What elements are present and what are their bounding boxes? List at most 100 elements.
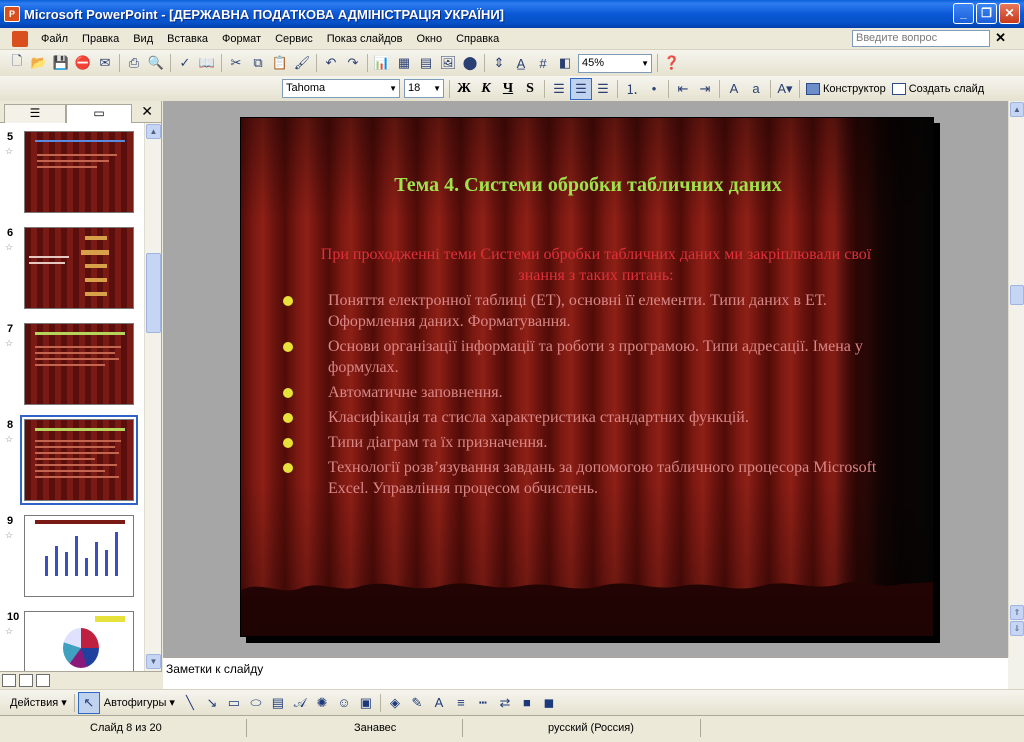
numbering-icon[interactable]: ⒈ [621,78,643,100]
paste-icon[interactable]: 📋 [269,52,291,74]
scroll-up-icon[interactable]: ▲ [1010,102,1024,117]
color-grayscale-icon[interactable]: ◧ [554,52,576,74]
expand-all-icon[interactable]: ⇕ [488,52,510,74]
slide-title[interactable]: Тема 4. Системи обробки табличних даних [241,174,933,197]
menu-window[interactable]: Окно [410,29,450,49]
new-icon[interactable]: 🗋 [6,52,28,74]
insert-chart-icon[interactable]: 📊 [371,52,393,74]
actions-menu[interactable]: Действия ▾ [6,696,71,709]
format-painter-icon[interactable]: 🖌 [291,52,313,74]
normal-view-icon[interactable] [2,674,16,687]
arrow-icon[interactable]: ↘ [201,692,223,714]
font-select[interactable]: Tahoma ▼ [282,79,400,98]
maximize-button[interactable]: ❐ [976,3,997,24]
notes-scrollbar[interactable] [1008,657,1024,689]
bullets-icon[interactable]: • [643,78,665,100]
powerpoint-app-icon[interactable]: P [4,6,20,22]
undo-icon[interactable]: ↶ [320,52,342,74]
grid-icon[interactable]: # [532,52,554,74]
picture-icon[interactable]: ▣ [355,692,377,714]
spelling-icon[interactable]: ✓ [174,52,196,74]
font-color-icon[interactable]: A [428,692,450,714]
align-right-icon[interactable]: ☰ [592,78,614,100]
increase-font-icon[interactable]: A [723,78,745,100]
insert-picture-icon[interactable]: 🖼 [437,52,459,74]
dash-style-icon[interactable]: ┅ [472,692,494,714]
thumbnail-scrollbar[interactable]: ▲ ▼ [144,123,161,671]
menu-insert[interactable]: Вставка [160,29,215,49]
oval-icon[interactable]: ⬭ [245,692,267,714]
diagram-icon[interactable]: ✺ [311,692,333,714]
print-preview-icon[interactable]: 🔍 [145,52,167,74]
show-formatting-icon[interactable]: A̲ [510,52,532,74]
menu-slideshow[interactable]: Показ слайдов [320,29,410,49]
tab-slides[interactable]: ▭ [66,104,132,124]
tab-outline[interactable]: ☰ [4,104,66,123]
copy-icon[interactable]: ⧉ [247,52,269,74]
line-icon[interactable]: ╲ [179,692,201,714]
new-slide-button[interactable]: Создать слайд [889,82,987,95]
wordart-icon[interactable]: 𝒜 [289,692,311,714]
permission-icon[interactable]: ⛔ [72,52,94,74]
3d-icon[interactable]: ◼ [538,692,560,714]
help-icon[interactable]: ❓ [661,52,683,74]
increase-indent-icon[interactable]: ⇥ [694,78,716,100]
scroll-up-icon[interactable]: ▲ [146,124,161,139]
menu-format[interactable]: Формат [215,29,268,49]
underline-button[interactable]: Ч [497,81,519,97]
scroll-thumb[interactable] [1010,285,1024,305]
line-color-icon[interactable]: ✎ [406,692,428,714]
bold-button[interactable]: Ж [453,81,475,97]
diagram-icon[interactable]: ⬤ [459,52,481,74]
document-icon[interactable] [12,30,28,47]
rectangle-icon[interactable]: ▭ [223,692,245,714]
menu-file[interactable]: Файл [34,29,75,49]
slideshow-icon[interactable] [36,674,50,687]
email-icon[interactable]: ✉ [94,52,116,74]
slide-sorter-icon[interactable] [19,674,33,687]
bullet-list[interactable]: Поняття електронної таблиці (ЕТ), основн… [281,290,901,503]
current-slide[interactable]: Тема 4. Системи обробки табличних даних … [240,117,934,637]
shadow-button[interactable]: S [519,81,541,97]
scroll-thumb[interactable] [146,253,161,333]
zoom-select[interactable]: 45% ▼ [578,53,652,73]
tables-borders-icon[interactable]: ▤ [415,52,437,74]
select-pointer-icon[interactable]: ↖ [77,691,100,714]
textbox-icon[interactable]: ▤ [267,692,289,714]
decrease-indent-icon[interactable]: ⇤ [672,78,694,100]
notes-pane[interactable]: Заметки к слайду [163,657,1008,689]
align-center-icon[interactable]: ☰ [570,77,592,100]
save-icon[interactable]: 💾 [50,52,72,74]
scroll-down-icon[interactable]: ▼ [146,654,161,669]
research-icon[interactable]: 📖 [196,52,218,74]
close-button[interactable]: ✕ [999,3,1020,24]
insert-table-icon[interactable]: ▦ [393,52,415,74]
arrow-style-icon[interactable]: ⇄ [494,692,516,714]
align-left-icon[interactable]: ☰ [548,78,570,100]
menu-help[interactable]: Справка [449,29,506,49]
font-size-select[interactable]: 18 ▼ [404,79,444,98]
menu-tools[interactable]: Сервис [268,29,320,49]
italic-button[interactable]: К [475,81,497,97]
decrease-font-icon[interactable]: a [745,78,767,100]
cut-icon[interactable]: ✂ [225,52,247,74]
font-color-icon[interactable]: A▾ [774,78,796,100]
pane-close-icon[interactable]: ✕ [141,103,153,120]
fill-color-icon[interactable]: ◈ [384,692,406,714]
help-question-input[interactable]: Введите вопрос [852,30,990,47]
clipart-icon[interactable]: ☺ [333,692,355,714]
print-icon[interactable]: ⎙ [123,52,145,74]
next-slide-icon[interactable]: ⇓ [1010,621,1024,636]
previous-slide-icon[interactable]: ⇑ [1010,605,1024,620]
autoshapes-menu[interactable]: Автофигуры ▾ [100,696,179,709]
shadow-icon[interactable]: ■ [516,692,538,714]
redo-icon[interactable]: ↷ [342,52,364,74]
slide-scrollbar[interactable]: ▲ ⇑ ⇓ [1008,101,1024,657]
open-icon[interactable]: 📂 [28,52,50,74]
document-close-icon[interactable]: ✕ [995,30,1006,46]
menu-view[interactable]: Вид [126,29,160,49]
slide-intro-text[interactable]: При проходженні теми Системи обробки таб… [301,244,891,286]
menu-edit[interactable]: Правка [75,29,126,49]
designer-button[interactable]: Конструктор [803,82,889,95]
minimize-button[interactable]: _ [953,3,974,24]
